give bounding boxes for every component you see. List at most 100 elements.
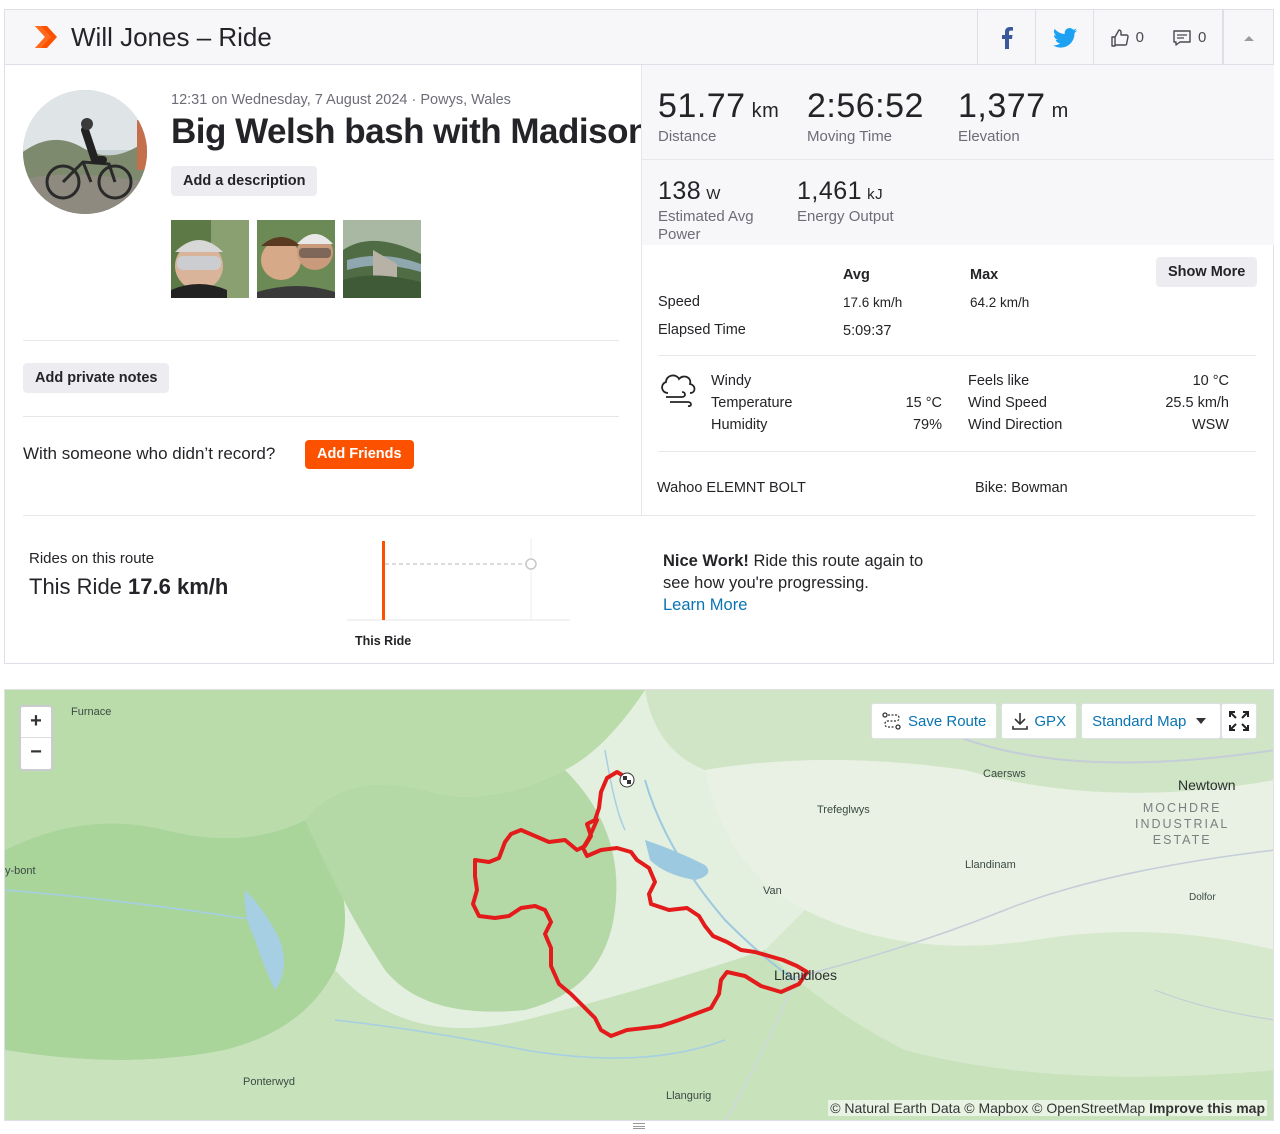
power-label-line1: Estimated Avg	[658, 208, 754, 225]
route-chart-label: This Ride	[355, 634, 412, 648]
route-comparison-chart	[347, 538, 570, 621]
wind-speed-value: 25.5 km/h	[1165, 395, 1229, 411]
elapsed-time-label: Elapsed Time	[658, 322, 746, 338]
route-section: Rides on this route This Ride 17.6 km/h …	[5, 516, 1273, 664]
map-toolbar: Save Route GPX Standard Map	[871, 703, 1222, 739]
power-unit: W	[706, 186, 721, 203]
distance-unit: km	[751, 100, 780, 122]
divider	[23, 340, 619, 341]
wind-direction-label: Wind Direction	[968, 417, 1063, 433]
facebook-share-button[interactable]	[977, 10, 1035, 65]
map-district-line: MOCHDRE	[1142, 801, 1222, 815]
map-district-line: INDUSTRIAL	[1135, 817, 1230, 831]
zoom-controls: + −	[19, 705, 53, 771]
add-private-notes-button[interactable]: Add private notes	[23, 363, 170, 393]
map-place-label: Van	[763, 885, 782, 897]
primary-stats: 51.77 km Distance 2:56:52 Moving Time 1,3…	[642, 65, 1274, 245]
weather-condition: Windy	[711, 373, 752, 389]
thumbs-up-icon	[1110, 28, 1129, 47]
caret-down-icon	[1196, 718, 1207, 724]
wind-speed-label: Wind Speed	[968, 395, 1047, 411]
stat-energy: 1,461 kJ Energy Output	[797, 177, 894, 226]
humidity-value: 79%	[912, 417, 942, 433]
athlete-avatar[interactable]	[23, 90, 147, 214]
map-place-label: Llangurig	[666, 1090, 712, 1102]
route-this-ride-speed: 17.6 km/h	[128, 574, 229, 599]
activity-photo[interactable]	[343, 220, 421, 298]
device-name: Wahoo ELEMNT BOLT	[657, 480, 806, 496]
temperature-label: Temperature	[711, 395, 793, 411]
activity-meta: 12:31 on Wednesday, 7 August 2024 · Powy…	[171, 92, 511, 108]
show-more-button[interactable]: Show More	[1156, 257, 1258, 287]
activity-card: Will Jones – Ride 0 0 12:31 on Wednesday…	[4, 9, 1274, 664]
energy-label: Energy Output	[797, 208, 894, 225]
map-attribution: © Natural Earth Data © Mapbox © OpenStre…	[828, 1100, 1267, 1116]
kudos-comments-group: 0 0	[1093, 10, 1223, 65]
divider	[658, 451, 1256, 452]
max-column-header: Max	[970, 267, 999, 283]
route-chart-point	[525, 558, 537, 570]
improve-map-link[interactable]: Improve this map	[1149, 1100, 1265, 1116]
map-place-label: Newtown	[1178, 777, 1236, 793]
map-resize-handle[interactable]	[0, 1121, 1280, 1134]
route-map[interactable]: + − Save Route GPX Standard Map Furnace …	[4, 689, 1274, 1121]
divider	[23, 416, 619, 417]
divider	[642, 159, 1274, 160]
map-place-label: Furnace	[71, 706, 112, 718]
learn-more-link[interactable]: Learn More	[663, 596, 747, 614]
friends-question: With someone who didn’t record?	[23, 444, 276, 463]
save-route-label: Save Route	[908, 712, 987, 730]
map-place-label: Dolfor	[1189, 892, 1216, 903]
comment-icon	[1173, 29, 1191, 46]
route-chart-this-ride-bar	[382, 541, 385, 620]
energy-value: 1,461	[797, 177, 863, 205]
windy-weather-icon	[661, 374, 696, 407]
map-district-label: MOCHDRE INDUSTRIAL ESTATE	[1135, 800, 1229, 848]
nice-work-message: Nice Work! Ride this route again to see …	[663, 550, 943, 616]
zoom-in-button[interactable]: +	[21, 707, 51, 738]
moving-time-value: 2:56:52	[807, 87, 924, 125]
photo-strip	[171, 220, 421, 298]
save-route-button[interactable]: Save Route	[871, 703, 998, 739]
fullscreen-icon	[1229, 711, 1249, 731]
comments-button[interactable]: 0	[1172, 28, 1206, 48]
feels-like-label: Feels like	[968, 373, 1030, 389]
divider	[658, 355, 1256, 356]
collapse-button[interactable]	[1223, 10, 1273, 65]
stat-power: 138 W Estimated Avg Power	[658, 177, 754, 244]
wind-direction-value: WSW	[1191, 417, 1229, 433]
distance-label: Distance	[658, 128, 717, 145]
power-label-line2: Power	[658, 226, 701, 243]
elevation-value: 1,377	[958, 87, 1046, 125]
map-type-label: Standard Map	[1092, 712, 1187, 730]
kudos-button[interactable]: 0	[1110, 28, 1144, 48]
map-place-label: Llandinam	[965, 859, 1016, 871]
distance-value: 51.77	[658, 87, 746, 125]
activity-photo[interactable]	[171, 220, 249, 298]
stat-distance: 51.77 km Distance	[658, 87, 779, 145]
speed-label: Speed	[658, 294, 700, 310]
add-friends-button[interactable]: Add Friends	[305, 440, 414, 469]
map-terrain	[5, 690, 1273, 1120]
zoom-out-button[interactable]: −	[21, 738, 51, 769]
route-this-ride-prefix: This Ride	[29, 574, 122, 599]
stat-moving-time: 2:56:52 Moving Time	[807, 87, 924, 145]
temperature-value: 15 °C	[905, 395, 942, 411]
facebook-icon	[1001, 26, 1013, 49]
moving-time-label: Moving Time	[807, 128, 893, 145]
chevron-up-icon	[1243, 35, 1254, 41]
map-place-label: Llanidloes	[774, 967, 838, 983]
header-title: Will Jones – Ride	[71, 22, 272, 52]
fullscreen-button[interactable]	[1221, 703, 1257, 739]
nice-work-bold: Nice Work!	[663, 552, 749, 570]
add-description-button[interactable]: Add a description	[171, 166, 318, 196]
activity-photo[interactable]	[257, 220, 335, 298]
elevation-unit: m	[1051, 100, 1069, 122]
twitter-icon	[1052, 27, 1077, 48]
gpx-download-button[interactable]: GPX	[1001, 703, 1078, 739]
map-place-label: Caersws	[983, 768, 1026, 780]
twitter-share-button[interactable]	[1035, 10, 1093, 65]
humidity-label: Humidity	[711, 417, 768, 433]
elevation-label: Elevation	[958, 128, 1020, 145]
map-type-dropdown[interactable]: Standard Map	[1081, 703, 1222, 739]
